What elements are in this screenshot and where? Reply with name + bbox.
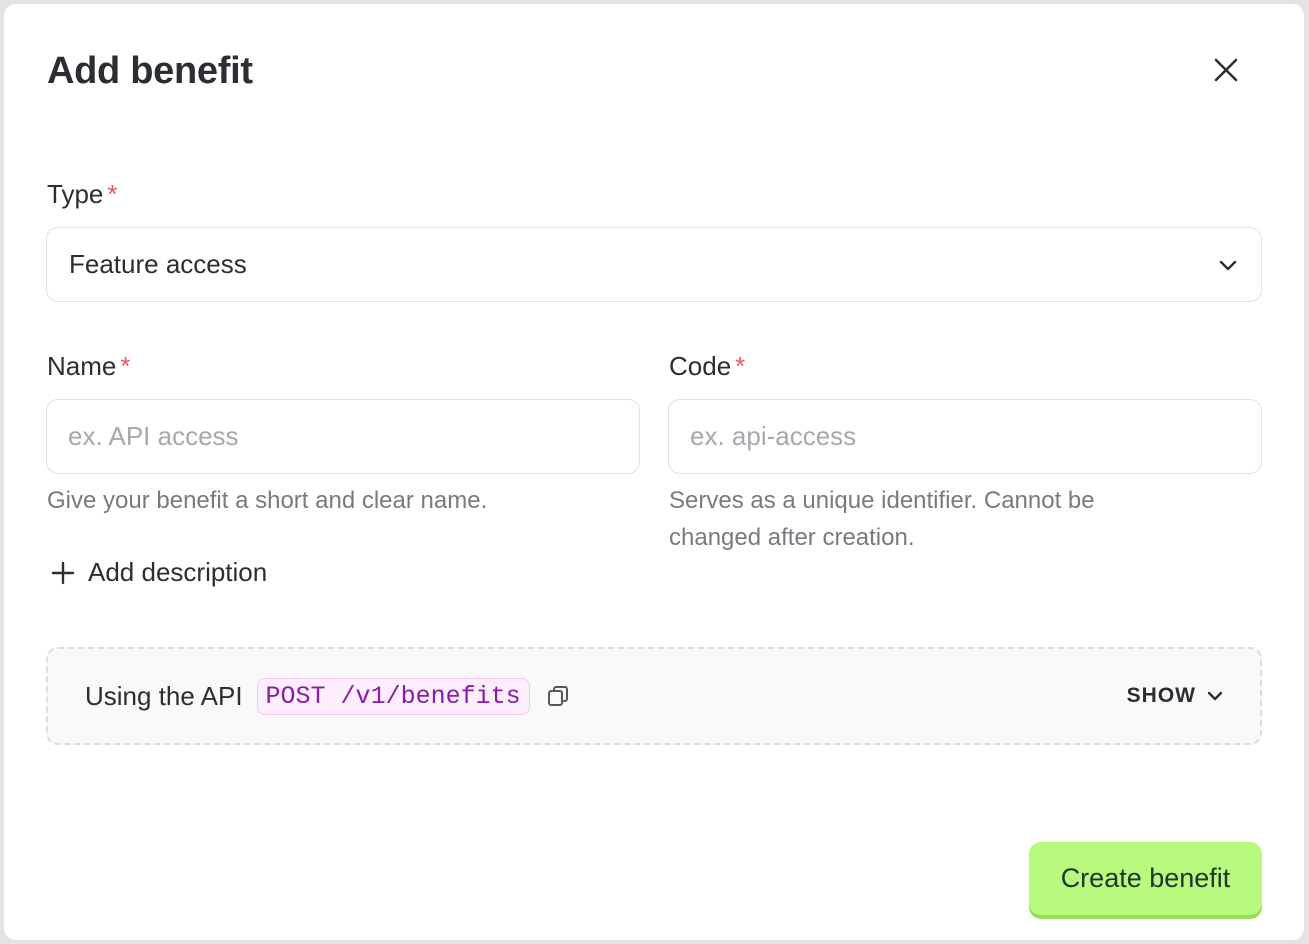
dialog-title: Add benefit: [47, 50, 253, 92]
add-description-button[interactable]: Add description: [48, 557, 267, 588]
code-help-text: Serves as a unique identifier. Cannot be…: [669, 487, 1095, 551]
name-help-text: Give your benefit a short and clear name…: [47, 487, 488, 514]
code-label: Code *: [669, 350, 745, 382]
create-benefit-button[interactable]: Create benefit: [1029, 842, 1262, 915]
required-asterisk: *: [735, 351, 746, 381]
show-toggle-label: SHOW: [1126, 684, 1196, 707]
add-description-label: Add description: [88, 557, 268, 587]
type-select[interactable]: Feature access: [46, 227, 1262, 302]
name-label: Name *: [47, 350, 130, 382]
api-usage-panel: Using the API POST /v1/benefits SHOW: [46, 647, 1262, 745]
name-label-text: Name: [47, 351, 117, 381]
api-endpoint: POST /v1/benefits: [256, 677, 530, 715]
type-select-value: Feature access: [69, 249, 247, 279]
add-benefit-dialog: Add benefit Type* Feature access Name* G…: [4, 4, 1304, 940]
plus-icon: [48, 558, 78, 588]
required-asterisk: *: [120, 351, 131, 381]
api-usage-label: Using the API: [85, 680, 243, 711]
copy-icon: [547, 686, 568, 706]
type-label-text: Type: [47, 179, 104, 209]
type-label: Type *: [47, 178, 118, 210]
required-asterisk: *: [107, 179, 118, 209]
code-input[interactable]: [668, 399, 1262, 474]
chevron-down-icon: [1206, 687, 1224, 705]
close-button[interactable]: [1206, 50, 1246, 90]
code-label-text: Code: [669, 351, 732, 381]
name-input[interactable]: [46, 399, 640, 474]
chevron-down-icon: [1219, 260, 1237, 270]
close-icon: [1214, 58, 1238, 82]
show-api-toggle[interactable]: SHOW: [1127, 684, 1224, 708]
copy-button[interactable]: [544, 682, 572, 710]
